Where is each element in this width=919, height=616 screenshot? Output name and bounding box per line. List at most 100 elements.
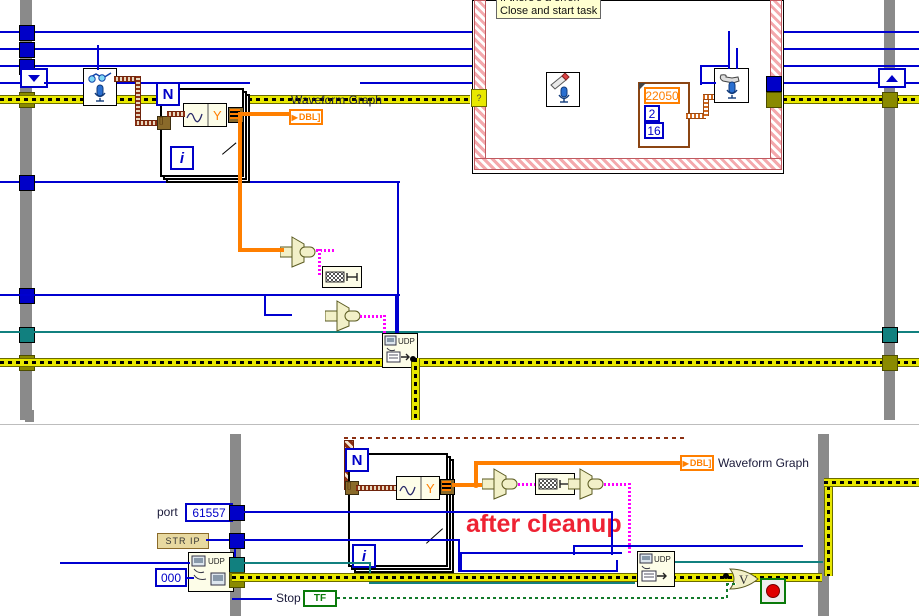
cluster-value-bits[interactable]: 16 (644, 122, 664, 139)
stop-control-label: Stop (276, 591, 301, 605)
wire-orange-down (238, 112, 242, 252)
waveform-graph-indicator-top[interactable]: ▶ DBL] (289, 109, 323, 125)
wire-ip-run-2-down (616, 560, 618, 572)
shift-register-left-arrow[interactable] (20, 68, 48, 88)
case-tunnel-right[interactable] (766, 76, 782, 92)
cluster-value-channels[interactable]: 2 (644, 105, 660, 122)
for-loop-index-terminal[interactable]: i (170, 146, 194, 170)
waveform-graph-indicator-bottom[interactable]: ▶ DBL] (680, 455, 714, 471)
after-cleanup-annotation: after cleanup (466, 510, 622, 538)
get-waveform-y-node-top[interactable]: Y (183, 103, 227, 127)
wire-error-udp-down-top (411, 358, 420, 420)
timeout-constant[interactable]: 000 (155, 568, 187, 587)
shift-register-left-5[interactable] (19, 288, 35, 304)
daqmx-clear-task-node[interactable] (546, 72, 580, 107)
case-selector-terminal[interactable]: ? (471, 89, 487, 107)
udp-write-icon-bottom: UDP (639, 553, 671, 582)
wire-orange-to-graph (242, 112, 290, 116)
for-loop-index-terminal-bottom[interactable]: i (352, 544, 376, 568)
shift-register-right-arrow[interactable] (878, 68, 906, 88)
case-error-tunnel-right[interactable] (766, 92, 782, 108)
udp-write-node-bottom[interactable]: UDP (637, 551, 675, 587)
wire-error-bus-lower (0, 358, 919, 367)
for-loop-count-terminal[interactable]: N (156, 82, 180, 106)
wire-orange-bottom-to-graph (474, 461, 680, 465)
shift-register-bottom-port[interactable] (229, 505, 245, 521)
waveform-y-icon: Y (184, 104, 222, 126)
port-control[interactable]: 61557 (185, 503, 233, 522)
svg-text:Y: Y (213, 108, 222, 123)
wire-string-conv1-down (318, 249, 321, 275)
udp-open-icon: UDP (191, 555, 226, 586)
case-structure-hatch-bottom (474, 158, 782, 170)
wire-right-branch-v (573, 545, 575, 555)
shift-register-left-2[interactable] (19, 42, 35, 58)
wire-error-bus-bottom-upper (824, 478, 919, 487)
refnum-tunnel-right[interactable] (882, 327, 898, 343)
wire-refnum-bottom-3 (671, 561, 823, 563)
or-gate-node[interactable]: V (728, 567, 764, 591)
waveform-y-icon-bottom: Y (397, 477, 435, 499)
for-loop-tunnel-label-bottom: [] (347, 481, 352, 490)
wire-waveform-seg2 (135, 76, 141, 124)
shift-register-left-4[interactable] (19, 175, 35, 191)
wire-bool-stop-run (337, 597, 727, 599)
error-tunnel-right-bottom[interactable] (882, 355, 898, 371)
stop-control-terminal[interactable]: TF (303, 590, 337, 607)
udp-open-node[interactable]: UDP (188, 552, 234, 592)
wire-refnum-bottom-1 (243, 562, 371, 564)
stop-button-glyph (766, 584, 780, 598)
shift-register-left-1[interactable] (19, 25, 35, 41)
case-structure-hatch-left (474, 0, 486, 170)
for-loop-corner (222, 154, 236, 168)
daqmx-read-node[interactable] (83, 68, 117, 106)
array-to-string-conversion-node-1[interactable] (279, 236, 322, 268)
wire-bool-stop-into-or (726, 583, 736, 585)
diagram-divider (0, 424, 919, 425)
wire-lower-return-v (460, 552, 462, 572)
shift-register-bottom-refnum[interactable] (229, 557, 245, 573)
shift-register-bottom-ip[interactable] (229, 533, 245, 549)
wire-timing-in-1 (728, 31, 730, 69)
wire-timing-in-3 (700, 65, 730, 67)
wire-orange-bottom-main (452, 483, 486, 487)
flatten-to-string-node[interactable] (322, 266, 362, 288)
daqmx-timing-node[interactable] (714, 68, 749, 103)
daqmx-read-icon (88, 72, 112, 102)
wire-udp-open-in-2 (186, 577, 194, 579)
wire-stub-bottom-loop (232, 598, 272, 600)
wire-to-read-node-h (44, 82, 84, 84)
stop-button-node[interactable] (760, 578, 786, 604)
wire-string-bottom-1 (518, 483, 536, 486)
port-control-label: port (157, 505, 178, 519)
wire-string-bottom-2 (604, 483, 630, 486)
wire-port-run (243, 511, 613, 513)
wire-to-read-node-v (97, 45, 99, 70)
wire-numeric-udp-2 (0, 294, 265, 296)
or-gate-icon: V (728, 568, 759, 590)
byte-array-icon (325, 271, 358, 283)
waveform-graph-label-bottom: Waveform Graph (718, 456, 809, 470)
wire-waveform-into-y (167, 111, 185, 117)
for-loop-count-terminal-bottom[interactable]: N (345, 448, 369, 472)
comment-line-2: Close and start task (500, 4, 598, 17)
wire-error-bus-bottom-v (824, 478, 833, 576)
loop-stub-top (25, 410, 34, 422)
svg-text:UDP: UDP (654, 555, 671, 564)
cluster-value-rate[interactable]: 22050 (644, 87, 680, 104)
wire-ip-run-2 (458, 570, 618, 572)
wire-port-run-down (611, 511, 613, 555)
get-waveform-y-node-bottom[interactable]: Y (396, 476, 440, 500)
clear-task-icon (550, 72, 570, 103)
waveform-graph-label-top: Waveform Graph (291, 93, 382, 107)
svg-text:Y: Y (426, 481, 435, 496)
wire-bool-stop-up (726, 583, 728, 599)
refnum-tunnel-left[interactable] (19, 327, 35, 343)
wire-timing-in-2 (736, 48, 738, 69)
error-wire-junction-top (410, 356, 416, 362)
dbl-indicator-text-bottom: DBL] (689, 458, 712, 468)
error-tunnel-right[interactable] (882, 92, 898, 108)
for-loop-tunnel-label: [] (159, 116, 164, 125)
ip-string-control[interactable]: STR IP (157, 533, 209, 549)
timing-wrench-icon (719, 74, 740, 99)
